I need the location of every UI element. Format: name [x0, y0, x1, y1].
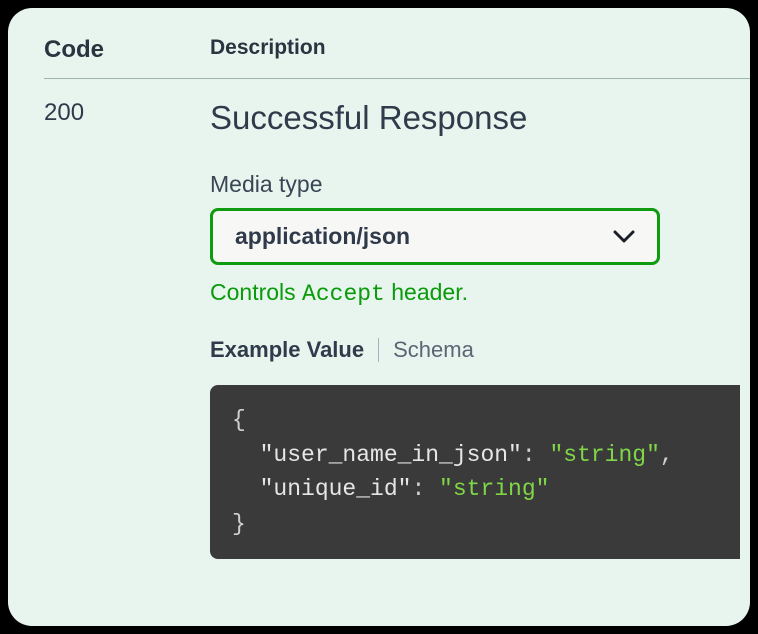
header-code: Code — [44, 36, 104, 63]
response-title: Successful Response — [210, 99, 740, 137]
tab-example-value[interactable]: Example Value — [210, 337, 364, 363]
media-type-value: application/json — [235, 223, 410, 250]
tab-schema[interactable]: Schema — [393, 337, 474, 363]
response-panel: Code Description 200 Successful Response… — [8, 8, 750, 626]
example-code-block: { "user_name_in_json": "string", "unique… — [210, 385, 740, 559]
chevron-down-icon — [613, 230, 635, 244]
media-type-select[interactable]: application/json — [210, 208, 660, 265]
accept-hint: Controls Accept header. — [210, 279, 740, 307]
table-row: 200 Successful Response Media type appli… — [44, 99, 750, 559]
header-description: Description — [210, 36, 326, 59]
example-tabs: Example Value Schema — [210, 337, 740, 363]
status-code: 200 — [44, 97, 84, 126]
media-type-label: Media type — [210, 171, 740, 198]
tab-divider — [378, 338, 379, 362]
table-header: Code Description — [44, 36, 750, 79]
